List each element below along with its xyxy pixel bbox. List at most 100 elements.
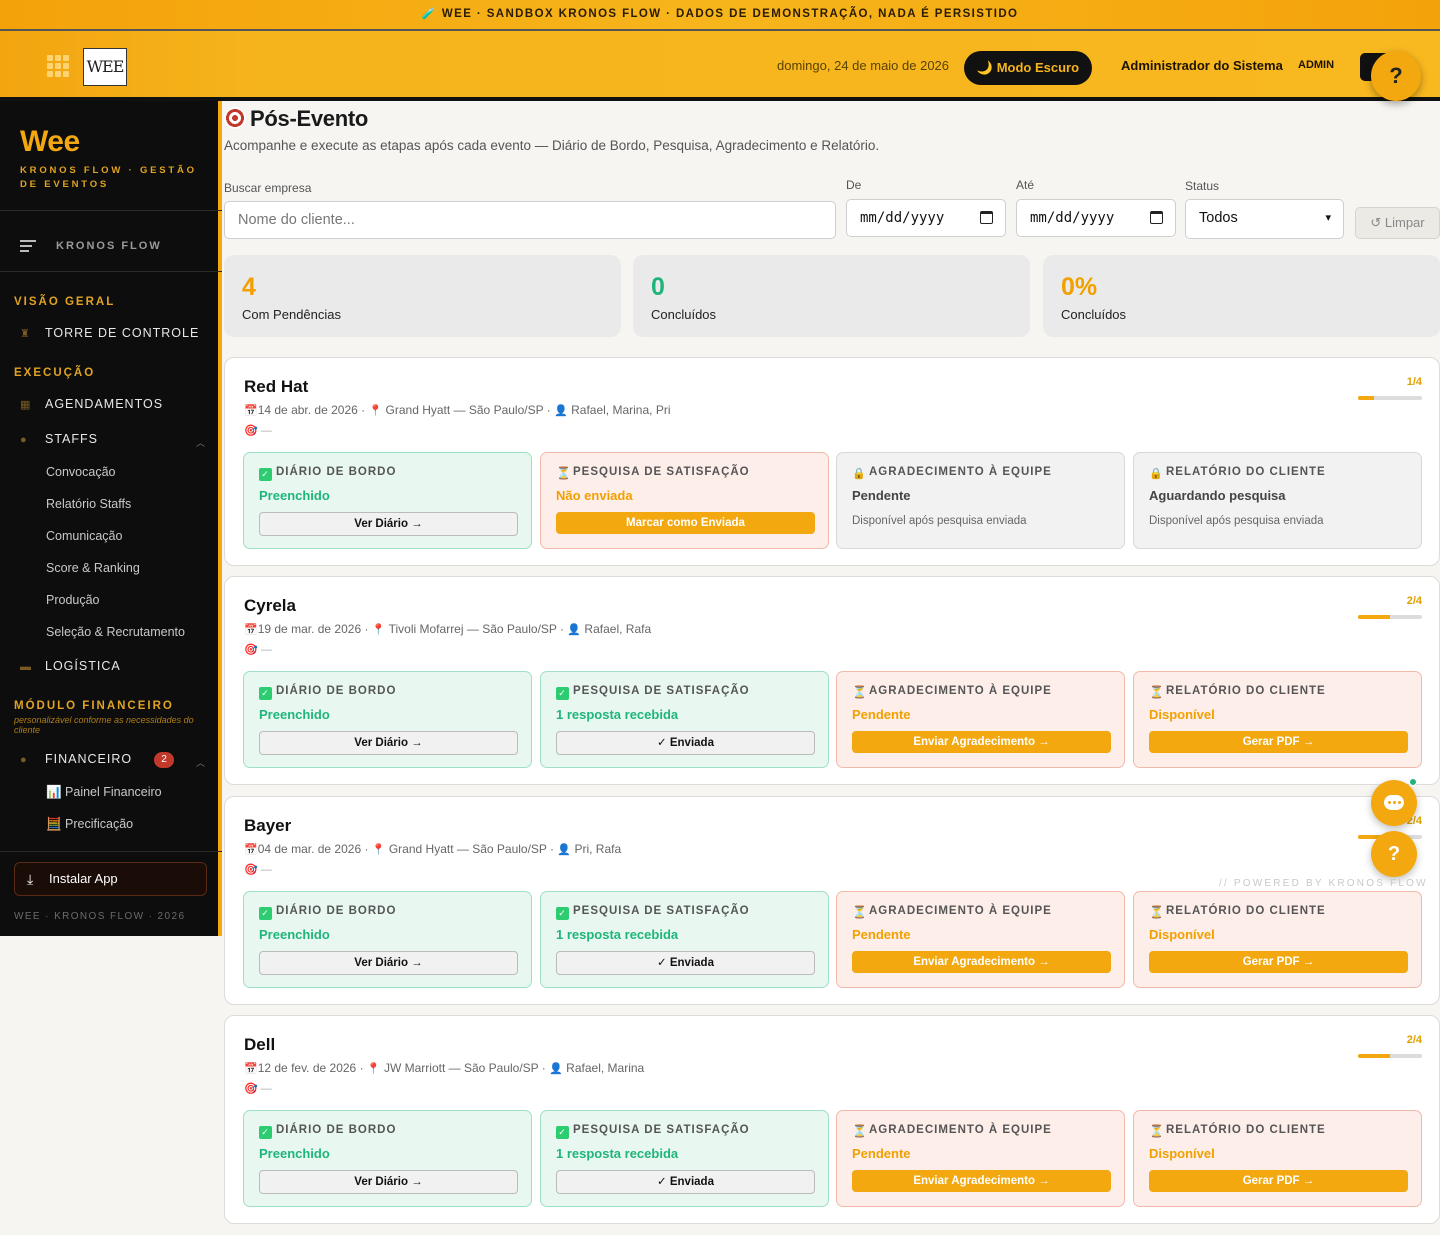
- step-action-button[interactable]: Enviar Agradecimento →: [852, 731, 1111, 753]
- event-venue: Grand Hyatt — São Paulo/SP: [385, 403, 544, 417]
- step-title-text: PESQUISA DE SATISFAÇÃO: [573, 1124, 750, 1136]
- step-title: ✓ PESQUISA DE SATISFAÇÃO: [556, 685, 750, 700]
- hourglass-icon: ⏳: [1149, 1124, 1165, 1138]
- event-venue: Grand Hyatt — São Paulo/SP: [388, 842, 547, 856]
- sidebar-item-staffs[interactable]: ● STAFFS: [20, 432, 98, 446]
- status-label: Status: [1185, 179, 1220, 193]
- chevron-up-icon[interactable]: ︿: [196, 436, 205, 449]
- step-status: 1 resposta recebida: [556, 927, 679, 942]
- step-action-button[interactable]: Ver Diário →: [259, 951, 518, 975]
- truck-icon: ▬: [20, 661, 32, 673]
- step-action-button[interactable]: ✓ Enviada: [556, 951, 815, 975]
- step-card: ✓ DIÁRIO DE BORDO Preenchido Ver Diário →: [243, 452, 532, 549]
- event-name: Bayer: [244, 816, 292, 835]
- search-label: Buscar empresa: [224, 181, 312, 195]
- sidebar-item-control-tower[interactable]: ♜ TORRE DE CONTROLE: [20, 326, 199, 340]
- step-title: ⏳RELATÓRIO DO CLIENTE: [1149, 685, 1326, 699]
- apps-grid-icon[interactable]: [47, 55, 69, 77]
- step-card: ⏳RELATÓRIO DO CLIENTE Disponível Gerar PDF…: [1133, 671, 1422, 768]
- check-icon: ✓: [259, 468, 272, 481]
- step-action-button[interactable]: Gerar PDF →: [1149, 1170, 1408, 1192]
- calendar-icon[interactable]: [1150, 211, 1163, 224]
- event-venue: Tivoli Mofarrej — São Paulo/SP: [388, 622, 557, 636]
- step-action-button[interactable]: ✓ Enviada: [556, 731, 815, 755]
- step-action-button[interactable]: Ver Diário →: [259, 731, 518, 755]
- event-extra: 🎯 —: [244, 424, 272, 437]
- money-bag-icon: ●: [20, 754, 28, 766]
- from-date-input[interactable]: mm/dd/yyyy: [846, 199, 1006, 237]
- step-action-button[interactable]: Gerar PDF →: [1149, 731, 1408, 753]
- sidebar-subitem-comunicacao[interactable]: Comunicação: [46, 529, 122, 543]
- event-extra-value: —: [260, 864, 272, 876]
- sidebar-subitem-relatorio-staffs[interactable]: Relatório Staffs: [46, 497, 131, 511]
- step-title-text: AGRADECIMENTO À EQUIPE: [869, 466, 1052, 478]
- step-card: ⏳RELATÓRIO DO CLIENTE Disponível Gerar PDF…: [1133, 1110, 1422, 1207]
- to-date-input[interactable]: mm/dd/yyyy: [1016, 199, 1176, 237]
- sidebar-subitem-producao[interactable]: Produção: [46, 593, 100, 607]
- stat-card-pending: 4 Com Pendências: [224, 255, 621, 337]
- person-icon: 👤: [557, 844, 572, 856]
- search-input[interactable]: Nome do cliente...: [224, 201, 836, 239]
- person-icon: ●: [20, 434, 28, 446]
- hourglass-icon: ⏳: [852, 1124, 868, 1138]
- sidebar-subitem-painel-financeiro[interactable]: 📊 Painel Financeiro: [46, 785, 162, 800]
- step-action-button[interactable]: Enviar Agradecimento →: [852, 1170, 1111, 1192]
- stat-value: 0: [651, 273, 665, 301]
- event-card: Red Hat 📅14 de abr. de 2026 · 📍 Grand Hya…: [224, 357, 1440, 566]
- step-title: ⏳PESQUISA DE SATISFAÇÃO: [556, 466, 750, 480]
- event-card: Bayer 📅04 de mar. de 2026 · 📍 Grand Hyatt…: [224, 796, 1440, 1005]
- calendar-icon[interactable]: [980, 211, 993, 224]
- header-help-button[interactable]: ?: [1371, 51, 1421, 101]
- pin-icon: 📍: [366, 1063, 381, 1075]
- chat-button[interactable]: [1371, 778, 1417, 826]
- step-action-button[interactable]: Marcar como Enviada: [556, 512, 815, 534]
- event-card: Cyrela 📅19 de mar. de 2026 · 📍 Tivoli Mof…: [224, 576, 1440, 785]
- hourglass-icon: ⏳: [852, 905, 868, 919]
- step-action-button[interactable]: Gerar PDF →: [1149, 951, 1408, 973]
- step-card: ✓ DIÁRIO DE BORDO Preenchido Ver Diário →: [243, 891, 532, 988]
- status-select[interactable]: Todos ▾: [1185, 199, 1344, 239]
- person-icon: 👤: [554, 405, 568, 417]
- sidebar-menu-toggle[interactable]: KRONOS FLOW: [20, 237, 162, 255]
- sidebar-subitem-convocacao[interactable]: Convocação: [46, 465, 116, 479]
- sidebar-item-finance[interactable]: ● FINANCEIRO: [20, 752, 132, 766]
- help-button[interactable]: ?: [1371, 831, 1417, 877]
- lock-icon: 🔒: [852, 468, 867, 480]
- sidebar-item-logistics[interactable]: ▬ LOGÍSTICA: [20, 659, 121, 673]
- dark-mode-button[interactable]: 🌙 Modo Escuro: [964, 51, 1092, 85]
- sidebar-subitem-score-ranking[interactable]: Score & Ranking: [46, 561, 140, 575]
- clear-filters-button[interactable]: ↺ Limpar: [1355, 207, 1440, 239]
- hourglass-icon: ⏳: [1149, 685, 1165, 699]
- download-icon: ⤓: [27, 871, 34, 887]
- section-execution: EXECUÇÃO: [14, 367, 96, 379]
- finance-note: personalizável conforme as necessidades …: [14, 715, 194, 735]
- step-action-button[interactable]: Ver Diário →: [259, 512, 518, 536]
- stat-card-completed: 0 Concluídos: [633, 255, 1030, 337]
- sidebar-subitem-precificacao[interactable]: 🧮 Precificação: [46, 817, 133, 832]
- check-icon: ✓: [259, 1126, 272, 1139]
- step-status: 1 resposta recebida: [556, 1146, 679, 1161]
- brand-logo[interactable]: WEE: [83, 48, 127, 86]
- step-status: Preenchido: [259, 1146, 330, 1161]
- divider: [0, 851, 222, 852]
- step-note: Disponível após pesquisa enviada: [852, 515, 1027, 527]
- step-action-button[interactable]: Ver Diário →: [259, 1170, 518, 1194]
- event-extra: 🎯 —: [244, 1082, 272, 1095]
- step-action-button[interactable]: Enviar Agradecimento →: [852, 951, 1111, 973]
- step-note: Disponível após pesquisa enviada: [1149, 515, 1324, 527]
- event-extra: 🎯 —: [244, 863, 272, 876]
- progress-bar: [1358, 396, 1422, 400]
- event-meta: 📅19 de mar. de 2026 · 📍 Tivoli Mofarrej …: [244, 622, 652, 636]
- step-status: Não enviada: [556, 488, 633, 503]
- target-icon: 🎯: [244, 1083, 258, 1095]
- sidebar-subitem-selecao[interactable]: Seleção & Recrutamento: [46, 625, 185, 639]
- step-title-text: RELATÓRIO DO CLIENTE: [1166, 685, 1326, 697]
- sidebar-item-schedules[interactable]: ▦ AGENDAMENTOS: [20, 397, 163, 411]
- install-app-button[interactable]: ⤓ Instalar App: [14, 862, 207, 896]
- step-action-button[interactable]: ✓ Enviada: [556, 1170, 815, 1194]
- chevron-up-icon[interactable]: ︿: [196, 756, 205, 769]
- event-name: Cyrela: [244, 596, 296, 615]
- sidebar-item-label: FINANCEIRO: [45, 752, 133, 766]
- calendar-icon: ▦: [20, 399, 32, 411]
- progress-label: 2/4: [1406, 1034, 1422, 1046]
